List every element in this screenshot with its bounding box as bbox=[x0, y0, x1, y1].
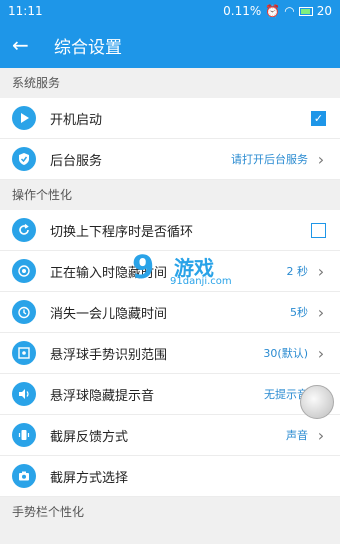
setting-row-hide-sound[interactable]: 悬浮球隐藏提示音 无提示音 › bbox=[0, 374, 340, 415]
status-bar: 11:11 0.11% ⏰ ◠ 20 bbox=[0, 0, 340, 22]
row-label: 切换上下程序时是否循环 bbox=[50, 224, 194, 240]
shield-check-icon bbox=[12, 147, 36, 171]
boot-start-checkbox[interactable] bbox=[311, 110, 326, 126]
row-label: 截屏反馈方式 bbox=[50, 429, 129, 445]
section-header: 操作个性化 bbox=[0, 180, 340, 210]
app-bar: ← 综合设置 bbox=[0, 22, 340, 68]
row-label: 消失一会儿隐藏时间 bbox=[50, 306, 168, 322]
row-value: 30(默认) bbox=[263, 347, 308, 360]
target-icon bbox=[12, 259, 36, 283]
setting-row-boot-start[interactable]: 开机启动 bbox=[0, 98, 340, 139]
setting-row-disappear-time[interactable]: 消失一会儿隐藏时间 5秒 › bbox=[0, 292, 340, 333]
setting-row-loop-switch[interactable]: 切换上下程序时是否循环 bbox=[0, 210, 340, 251]
refresh-icon bbox=[12, 218, 36, 242]
watermark-url: 91danji.com bbox=[170, 276, 232, 287]
expand-icon bbox=[12, 341, 36, 365]
chevron-right-icon: › bbox=[317, 425, 325, 445]
play-icon bbox=[12, 106, 36, 130]
row-value: 2 秒 bbox=[286, 265, 309, 278]
row-value: 请打开后台服务 bbox=[231, 153, 308, 166]
status-time: 11:11 bbox=[8, 4, 43, 18]
row-value: 声音 bbox=[286, 429, 308, 442]
alarm-icon: ⏰ bbox=[265, 4, 281, 18]
row-label: 截屏方式选择 bbox=[50, 470, 129, 486]
battery-icon bbox=[298, 6, 313, 16]
network-speed: 0.11% bbox=[223, 4, 262, 18]
section-header: 系统服务 bbox=[0, 68, 340, 98]
setting-row-screenshot-feedback[interactable]: 截屏反馈方式 声音 › bbox=[0, 415, 340, 456]
setting-row-screenshot-method[interactable]: 截屏方式选择 bbox=[0, 456, 340, 497]
chevron-right-icon: › bbox=[317, 149, 325, 169]
battery-level: 20 bbox=[316, 4, 332, 18]
row-label: 悬浮球隐藏提示音 bbox=[50, 388, 155, 404]
row-label: 开机启动 bbox=[50, 112, 103, 128]
chevron-right-icon: › bbox=[317, 261, 325, 281]
vibrate-icon bbox=[12, 423, 36, 447]
row-value: 5秒 bbox=[290, 306, 308, 319]
row-label: 后台服务 bbox=[50, 153, 103, 169]
row-label: 悬浮球手势识别范围 bbox=[50, 347, 168, 363]
timer-icon bbox=[12, 300, 36, 324]
setting-row-background-service[interactable]: 后台服务 请打开后台服务 › bbox=[0, 139, 340, 180]
page-title: 综合设置 bbox=[54, 37, 122, 58]
chevron-right-icon: › bbox=[317, 302, 325, 322]
floating-ball[interactable] bbox=[300, 385, 334, 419]
chevron-right-icon: › bbox=[317, 343, 325, 363]
wifi-icon: ◠ bbox=[284, 4, 295, 18]
arrow-left-icon[interactable]: ← bbox=[12, 35, 40, 55]
watermark-logo: 9 游戏 91danji.com bbox=[132, 246, 262, 294]
section-header: 手势栏个性化 bbox=[0, 497, 340, 527]
status-right: 0.11% ⏰ ◠ 20 bbox=[223, 4, 332, 18]
setting-row-gesture-range[interactable]: 悬浮球手势识别范围 30(默认) › bbox=[0, 333, 340, 374]
camera-icon bbox=[12, 464, 36, 488]
watermark-logo-mark: 9 bbox=[132, 248, 155, 286]
loop-switch-checkbox[interactable] bbox=[311, 222, 326, 238]
volume-icon bbox=[12, 382, 36, 406]
